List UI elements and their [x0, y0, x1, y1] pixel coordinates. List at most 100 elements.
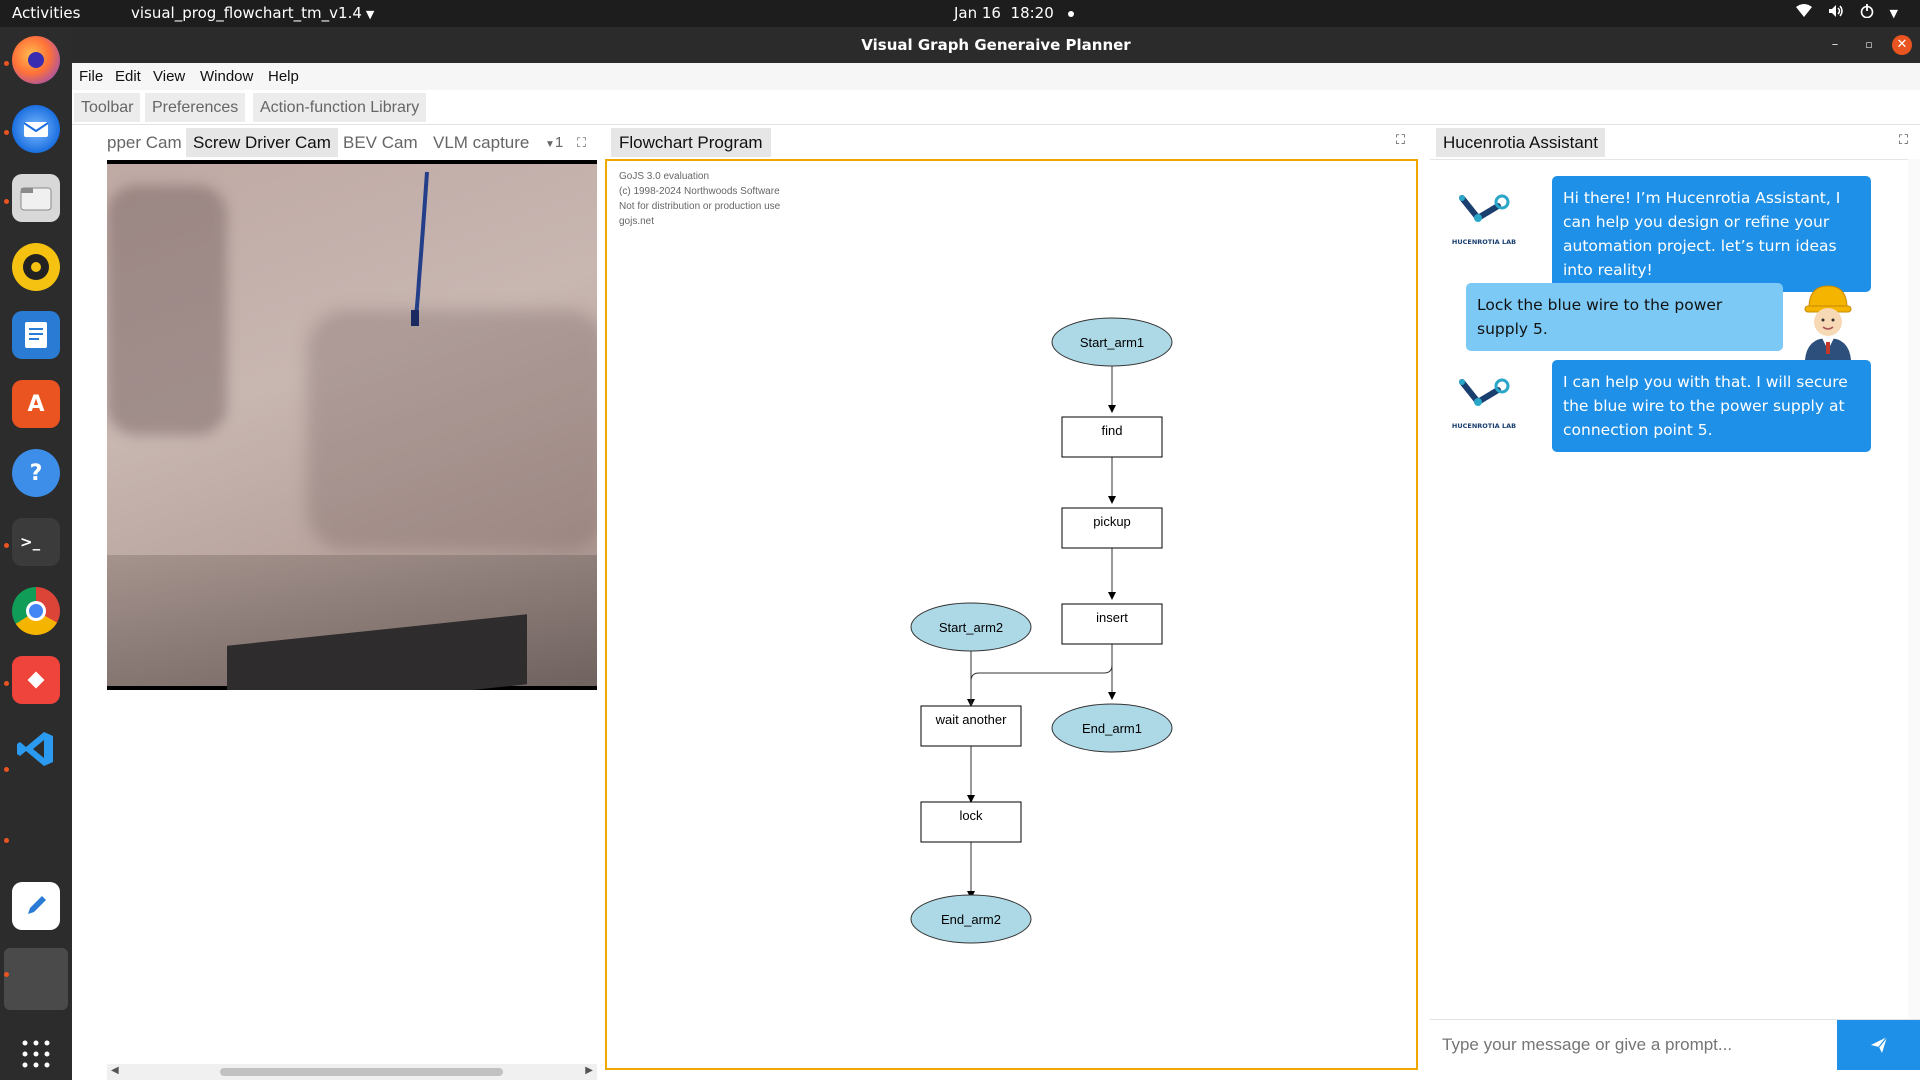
- activities-button[interactable]: Activities: [12, 4, 80, 22]
- toolbar-button[interactable]: Toolbar: [74, 93, 141, 122]
- date-label: Jan 16: [954, 4, 1001, 22]
- flow-edge: [967, 644, 1113, 707]
- node-pickup[interactable]: pickup: [1061, 507, 1163, 549]
- robot-arm-logo-icon: [1459, 194, 1510, 222]
- dock: A ? >_: [0, 27, 72, 1080]
- window-title-bar[interactable]: Visual Graph Generaive Planner – ▫ ✕: [72, 27, 1920, 63]
- vscode-icon[interactable]: [11, 724, 61, 774]
- rhythmbox-icon[interactable]: [11, 242, 61, 292]
- tab-bev-cam[interactable]: BEV Cam: [336, 128, 425, 157]
- running-indicator: [4, 972, 9, 977]
- node-lock[interactable]: lock: [920, 801, 1022, 843]
- active-app-icon[interactable]: [4, 948, 68, 1010]
- wifi-icon: [1795, 4, 1812, 22]
- user-message: Lock the blue wire to the power supply 5…: [1466, 283, 1783, 351]
- node-find[interactable]: find: [1061, 416, 1163, 458]
- tab-screw-driver-cam[interactable]: Screw Driver Cam: [186, 128, 338, 157]
- logo-text: HUCENROTIA LAB: [1452, 238, 1516, 246]
- thunderbird-icon[interactable]: [11, 104, 61, 154]
- node-label: End_arm2: [941, 912, 1001, 927]
- flowchart-panel: Flowchart Program ⛶ GoJS 3.0 evaluation …: [605, 127, 1418, 1080]
- user-avatar: [1795, 280, 1861, 360]
- files-icon[interactable]: [11, 173, 61, 223]
- assistant-avatar: HUCENROTIA LAB: [1448, 188, 1520, 252]
- tab-vlm-capture[interactable]: VLM capture: [426, 128, 536, 157]
- scroll-left-icon[interactable]: ◀: [111, 1065, 119, 1076]
- menu-help[interactable]: Help: [268, 68, 299, 85]
- clock[interactable]: Jan 16 18:20: [954, 4, 1074, 22]
- preferences-button[interactable]: Preferences: [145, 93, 246, 122]
- camera-feed: [107, 160, 597, 690]
- show-apps-icon[interactable]: [11, 1029, 61, 1079]
- node-label: wait another: [935, 712, 1007, 727]
- flowchart-canvas[interactable]: GoJS 3.0 evaluation (c) 1998-2024 Northw…: [605, 159, 1418, 1070]
- chat-input[interactable]: [1430, 1020, 1838, 1070]
- app-center-icon[interactable]: A: [11, 379, 61, 429]
- system-tray[interactable]: ▼: [1795, 4, 1898, 22]
- tab-overflow-button[interactable]: ▼1: [538, 128, 570, 157]
- running-indicator: [4, 543, 9, 548]
- node-start-arm2[interactable]: Start_arm2: [910, 602, 1032, 652]
- running-indicator: [4, 61, 9, 66]
- tab-hucenrotia-assistant[interactable]: Hucenrotia Assistant: [1436, 128, 1605, 157]
- menu-file[interactable]: File: [79, 68, 103, 85]
- action-function-library-button[interactable]: Action-function Library: [253, 93, 427, 122]
- node-label: pickup: [1093, 514, 1131, 529]
- app-menu-label: visual_prog_flowchart_tm_v1.4: [131, 4, 362, 22]
- minimize-button[interactable]: –: [1825, 35, 1845, 55]
- terminal-icon[interactable]: >_: [11, 517, 61, 567]
- close-button[interactable]: ✕: [1892, 35, 1912, 55]
- flowchart-diagram: Start_arm1 find pickup insert End_arm1 S…: [910, 317, 1173, 944]
- menu-window[interactable]: Window: [200, 68, 253, 85]
- chat-input-row: [1430, 1019, 1920, 1080]
- horizontal-scrollbar[interactable]: ◀ ▶: [107, 1064, 597, 1080]
- node-label: End_arm1: [1082, 721, 1142, 736]
- window-title: Visual Graph Generaive Planner: [861, 36, 1131, 54]
- scroll-right-icon[interactable]: ▶: [585, 1065, 593, 1076]
- chat-history[interactable]: HUCENROTIA LAB Hi there! I’m Hucenrotia …: [1430, 159, 1920, 1019]
- node-end-arm1[interactable]: End_arm1: [1051, 703, 1173, 753]
- chrome-icon[interactable]: [11, 586, 61, 636]
- notification-dot-icon: [1067, 10, 1074, 17]
- chevron-down-icon: ▼: [365, 8, 375, 21]
- expand-icon[interactable]: ⛶: [1396, 133, 1405, 148]
- menu-bar: File Edit View Window Help: [72, 63, 1920, 90]
- tab-overflow-count: 1: [554, 134, 564, 151]
- tab-gripper-cam[interactable]: pper Cam: [107, 128, 189, 157]
- node-wait-another[interactable]: wait another: [920, 705, 1022, 747]
- text-editor-icon[interactable]: [11, 881, 61, 931]
- chevron-down-icon: ▼: [1889, 6, 1898, 20]
- send-icon: [1870, 1036, 1887, 1053]
- expand-icon[interactable]: ⛶: [570, 128, 593, 157]
- menu-edit[interactable]: Edit: [115, 68, 141, 85]
- running-indicator: [4, 767, 9, 772]
- tab-flowchart-program[interactable]: Flowchart Program: [611, 128, 771, 157]
- send-button[interactable]: [1837, 1020, 1920, 1070]
- firefox-icon[interactable]: [11, 35, 61, 85]
- vertical-scrollbar[interactable]: [1908, 159, 1920, 1019]
- system-top-bar: Activities visual_prog_flowchart_tm_v1.4…: [0, 0, 1920, 27]
- app-menu[interactable]: visual_prog_flowchart_tm_v1.4 ▼: [131, 4, 374, 22]
- camera-panel: pper Cam Screw Driver Cam BEV Cam VLM ca…: [107, 127, 597, 1080]
- menu-view[interactable]: View: [153, 68, 185, 85]
- power-icon: [1860, 4, 1874, 22]
- blue-wire: [411, 171, 429, 326]
- node-label: Start_arm1: [1080, 335, 1144, 350]
- assistant-message: Hi there! I’m Hucenrotia Assistant, I ca…: [1552, 176, 1871, 292]
- logo-text: HUCENROTIA LAB: [1452, 422, 1516, 430]
- node-label: lock: [959, 808, 983, 823]
- camera-shadow: [107, 185, 227, 435]
- robot-arm-logo-icon: [1459, 378, 1510, 406]
- node-end-arm2[interactable]: End_arm2: [910, 894, 1032, 944]
- node-label: Start_arm2: [939, 620, 1003, 635]
- anydesk-icon[interactable]: [11, 655, 61, 705]
- expand-icon[interactable]: ⛶: [1899, 133, 1908, 148]
- node-insert[interactable]: insert: [1061, 603, 1163, 645]
- scroll-thumb[interactable]: [220, 1068, 503, 1076]
- toolbar: Toolbar Preferences Action-function Libr…: [72, 90, 1920, 125]
- node-start-arm1[interactable]: Start_arm1: [1051, 317, 1173, 367]
- maximize-button[interactable]: ▫: [1859, 35, 1879, 55]
- writer-icon[interactable]: [11, 310, 61, 360]
- node-label: insert: [1096, 610, 1128, 625]
- help-icon[interactable]: ?: [11, 448, 61, 498]
